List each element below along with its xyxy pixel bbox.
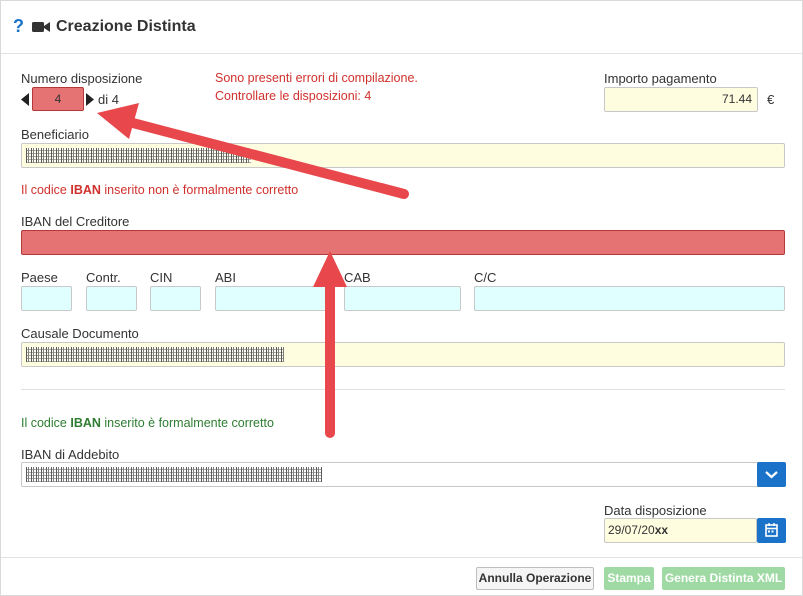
creazione-distinta-dialog: ? Creazione Distinta Numero disposizione… [0, 0, 803, 596]
annotation-arrows [97, 103, 409, 438]
annotation-arrow-to-iban [313, 251, 347, 438]
annotation-arrow-to-numero [97, 103, 409, 199]
